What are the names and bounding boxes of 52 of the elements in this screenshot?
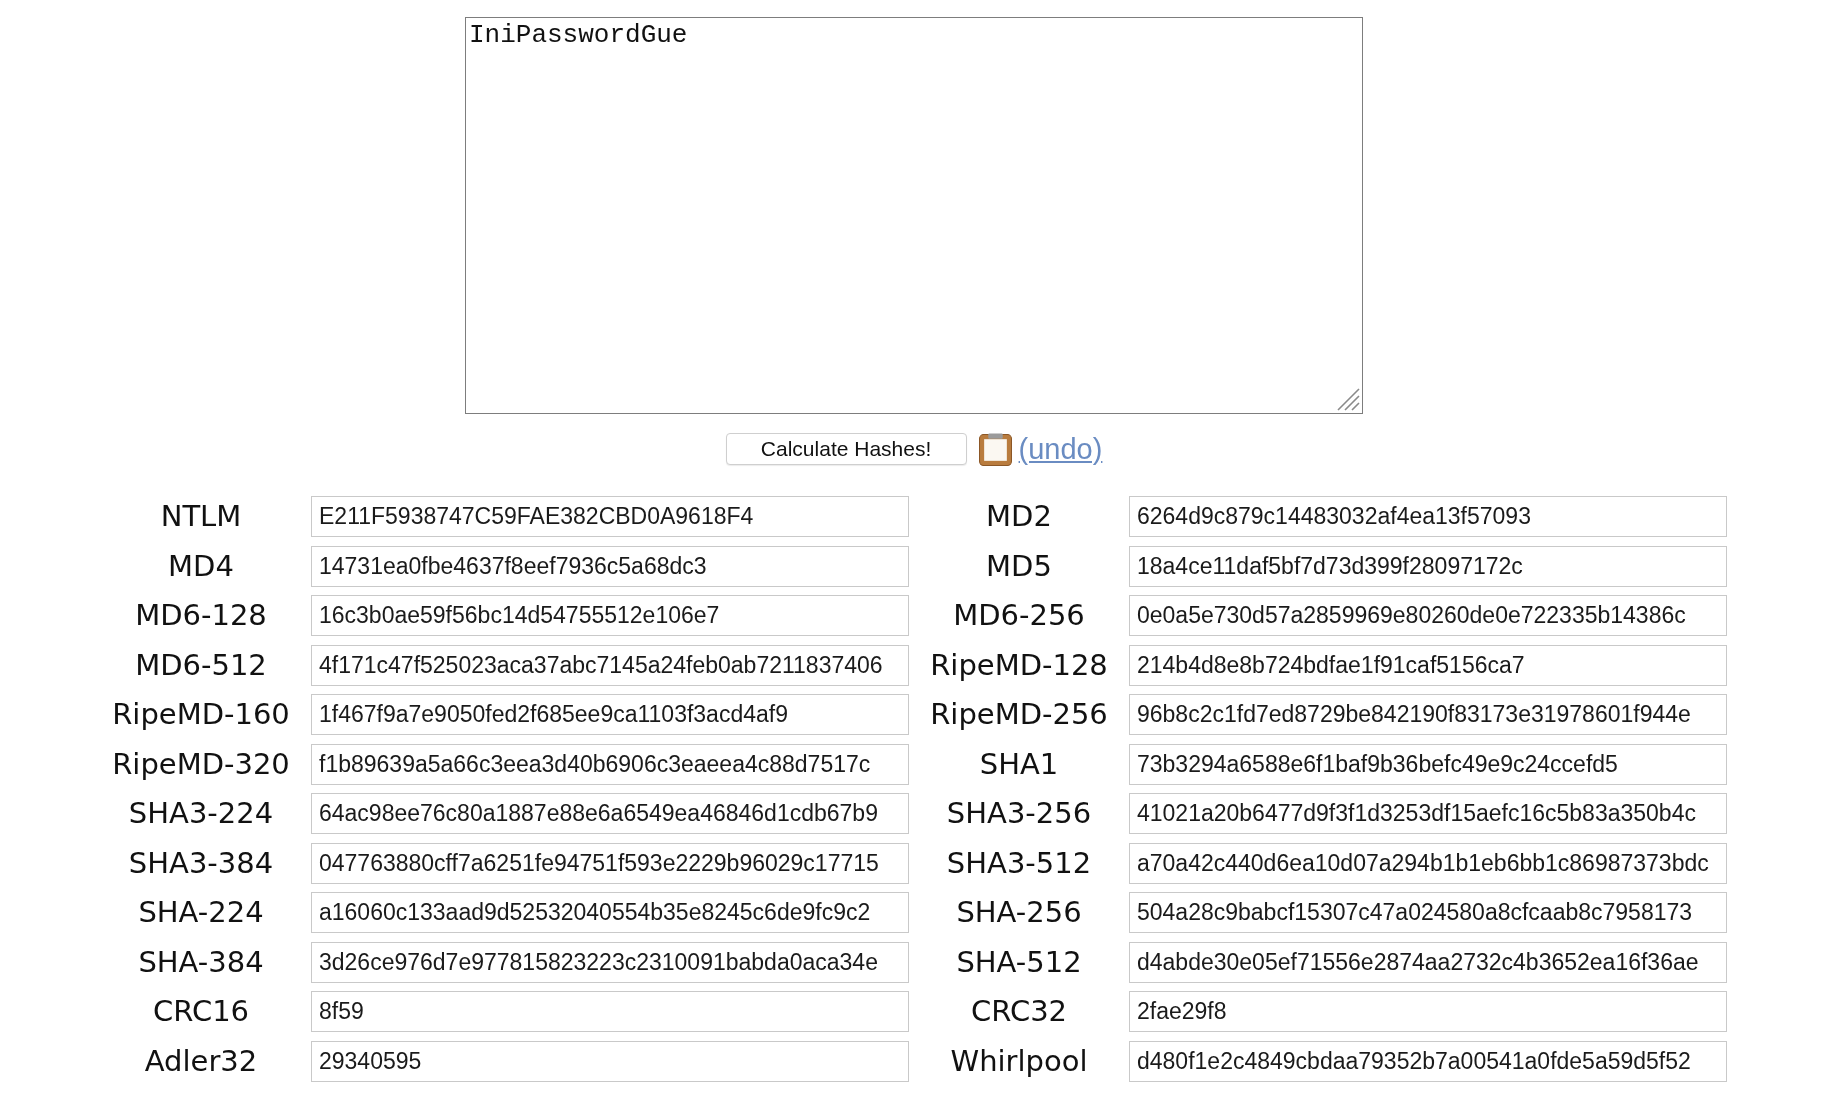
hash-label: CRC16 (151, 993, 251, 1030)
hash-field[interactable]: 504a28c9babcf15307c47a024580a8cfcaab8c7958173 (1129, 892, 1727, 933)
hash-label: RipeMD-256 (929, 696, 1109, 733)
calculate-button[interactable]: Calculate Hashes! (725, 433, 967, 465)
hash-label: SHA3-512 (945, 844, 1093, 882)
hash-label: MD6-512 (134, 646, 268, 684)
hash-label: SHA-224 (137, 894, 265, 931)
hash-field[interactable]: 0e0a5e730d57a2859969e80260de0e722335b14386c (1129, 595, 1727, 636)
hash-field[interactable]: 8f59 (311, 991, 909, 1032)
hash-label: MD2 (985, 498, 1053, 535)
hash-label: MD6-256 (952, 597, 1086, 634)
hash-field[interactable]: 214b4d8e8b724bdfae1f91caf5156ca7 (1129, 644, 1727, 686)
text-area[interactable]: IniPasswordGue (465, 17, 1363, 414)
hash-label: Whirlpool (949, 1042, 1089, 1080)
hash-label: RipeMD-160 (111, 696, 291, 733)
hash-field[interactable]: d480f1e2c4849cbdaa79352b7a00541a0fde5a59d5f52 (1129, 1040, 1727, 1082)
hash-label: MD6-128 (134, 597, 268, 634)
hash-field[interactable]: 18a4ce11daf5bf7d73d399f28097172c (1129, 545, 1727, 587)
hash-label: CRC32 (969, 993, 1069, 1030)
hash-field[interactable]: f1b89639a5a66c3eea3d40b6906c3eaeea4c88d7517c (311, 743, 909, 785)
hash-field[interactable]: 4f171c47f525023aca37abc7145a24feb0ab7211837406 (311, 644, 909, 686)
hash-label: MD4 (167, 547, 235, 585)
hash-field[interactable]: 047763880cff7a6251fe94751f593e2229b96029c17715 (311, 842, 909, 884)
hash-field[interactable]: 14731ea0fbe4637f8eef7936c5a68dc3 (311, 545, 909, 587)
clipboard-icon[interactable] (978, 432, 1012, 466)
hash-field[interactable]: 2fae29f8 (1129, 991, 1727, 1032)
hash-label: Adler32 (143, 1042, 259, 1080)
hash-label: SHA-512 (955, 943, 1083, 981)
hash-field[interactable]: d4abde30e05ef71556e2874aa2732c4b3652ea16f36ae (1129, 941, 1727, 983)
hash-label: SHA3-224 (127, 795, 275, 832)
hash-label: SHA3-384 (127, 844, 275, 882)
hash-field[interactable]: 29340595 (311, 1040, 909, 1082)
hash-field[interactable]: a70a42c440d6ea10d07a294b1b1eb6bb1c86987373bdc (1129, 842, 1727, 884)
hash-label: SHA1 (978, 745, 1060, 783)
hash-label: SHA-384 (137, 943, 265, 981)
hash-field[interactable]: 41021a20b6477d9f3f1d3253df15aefc16c5b83a350b4c (1129, 793, 1727, 834)
hash-field[interactable]: 3d26ce976d7e977815823223c2310091babda0aca34e (311, 941, 909, 983)
hash-label: SHA-256 (955, 894, 1083, 931)
hash-field[interactable]: 6264d9c879c14483032af4ea13f57093 (1129, 496, 1727, 537)
hash-field[interactable]: 16c3b0ae59f56bc14d54755512e106e7 (311, 595, 909, 636)
hash-field[interactable]: 96b8c2c1fd7ed8729be842190f83173e31978601f944e (1129, 694, 1727, 735)
hash-field[interactable]: 73b3294a6588e6f1baf9b36befc49e9c24ccefd5 (1129, 743, 1727, 785)
hash-field[interactable]: a16060c133aad9d52532040554b35e8245c6de9fc9c2 (311, 892, 909, 933)
hash-field[interactable]: E211F5938747C59FAE382CBD0A9618F4 (311, 496, 909, 537)
hash-field[interactable]: 64ac98ee76c80a1887e88e6a6549ea46846d1cdb67b9 (311, 793, 909, 834)
hash-label: RipeMD-128 (929, 646, 1109, 684)
hash-label: RipeMD-320 (111, 745, 291, 783)
hash-label: MD5 (985, 547, 1053, 585)
hash-label: NTLM (159, 498, 243, 535)
resize-grip-icon[interactable] (1336, 387, 1360, 411)
hash-field[interactable]: 1f467f9a7e9050fed2f685ee9ca1103f3acd4af9 (311, 694, 909, 735)
hash-label: SHA3-256 (945, 795, 1093, 832)
